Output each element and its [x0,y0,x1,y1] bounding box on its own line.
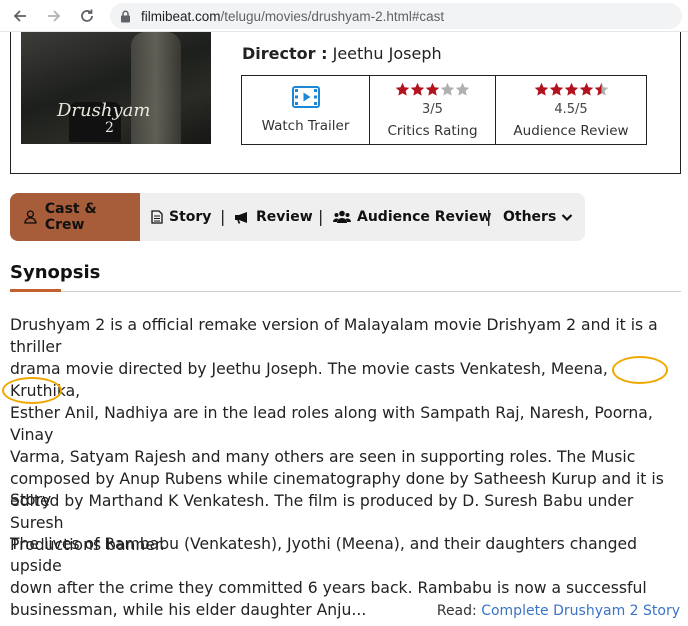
tab-review[interactable]: Review [234,193,313,241]
reload-icon [81,9,93,22]
synopsis-line: Varma, Satyam Rajesh and many others are… [10,448,636,466]
arrow-left-icon [13,10,26,22]
url-path: /telugu/movies/drushyam-2.html#cast [220,8,445,24]
story-line: down after the crime they committed 6 ye… [10,579,647,597]
tab-label: Others [503,209,557,225]
director-line: Director : Jeethu Joseph [242,44,442,63]
watch-trailer-label: Watch Trailer [261,118,350,134]
info-grid: Watch Trailer 3/5 Critics Rating 4.5/5 A… [241,75,647,145]
critics-stars [395,82,470,98]
synopsis-accent-underline [10,289,61,292]
tab-label: Audience Review [357,209,492,225]
watch-trailer-cell[interactable]: Watch Trailer [242,76,370,144]
back-button[interactable] [8,4,32,28]
tab-cast-crew[interactable]: Cast & Crew [10,193,140,241]
synopsis-line: Esther Anil, Nadhiya are in the lead rol… [10,404,653,444]
tab-label: Story [169,209,212,225]
tab-separator: | [486,207,492,226]
address-bar[interactable]: filmibeat.com/telugu/movies/drushyam-2.h… [110,3,682,29]
synopsis-line: Drushyam 2 is a official remake version … [10,316,658,356]
video-play-icon [291,86,320,108]
critics-rating-value: 3/5 [422,101,443,117]
read-more-prefix: Read: [436,603,477,619]
audience-rating-label: Audience Review [513,122,629,139]
star-icon [410,82,425,96]
users-icon [333,210,351,223]
arrow-right-icon [48,10,61,22]
director-name: Jeethu Joseph [332,44,442,63]
star-icon [395,82,410,96]
tab-separator: | [220,207,226,226]
tab-others[interactable]: Others [503,193,573,241]
star-icon [564,82,578,96]
movie-tabs: Cast & Crew Story | Review | Audience Re… [10,193,585,241]
synopsis-heading: Synopsis [10,262,101,283]
url-host: filmibeat.com [141,8,221,24]
tab-audience-review[interactable]: Audience Review [333,193,491,241]
star-icon [440,82,455,96]
star-icon [425,82,440,96]
reload-button[interactable] [75,4,99,28]
star-icon [549,82,563,96]
critics-rating-label: Critics Rating [387,122,478,139]
poster-number: 2 [105,120,114,136]
movie-poster[interactable]: Drushyam 2 [21,32,211,144]
star-icon [579,82,593,96]
user-icon [24,210,37,224]
tab-story[interactable]: Story [151,193,211,241]
story-line: The lives of Rambabu (Venkatesh), Jyothi… [10,535,637,575]
lock-icon [121,10,130,22]
movie-card: Drushyam 2 Director : Jeethu Joseph Watc… [10,32,681,174]
chevron-down-icon [562,213,573,221]
document-icon [151,210,163,224]
star-icon [534,82,548,96]
complete-story-link[interactable]: Complete Drushyam 2 Story [481,603,680,619]
tab-label: Cast & Crew [44,201,97,233]
audience-review-cell[interactable]: 4.5/5 Audience Review [496,76,646,144]
tab-label: Review [256,209,313,225]
forward-button[interactable] [42,4,66,28]
tab-separator: | [318,207,324,226]
browser-toolbar: filmibeat.com/telugu/movies/drushyam-2.h… [0,0,688,32]
synopsis-paragraph: Drushyam 2 is a official remake version … [10,314,682,556]
megaphone-icon [235,211,247,224]
audience-stars [534,82,609,98]
director-label: Director : [242,44,328,63]
poster-figure [131,32,181,144]
star-icon [594,82,608,96]
synopsis-line: drama movie directed by Jeethu Joseph. T… [10,360,608,400]
audience-rating-value: 4.5/5 [554,101,588,117]
star-icon [455,82,470,96]
read-more: Read: Complete Drushyam 2 Story [437,603,680,619]
story-label: Story [10,491,52,509]
critics-rating-cell[interactable]: 3/5 Critics Rating [370,76,496,144]
synopsis-line: composed by Anup Rubens while cinematogr… [10,470,664,488]
synopsis-divider [10,291,681,292]
poster-title: Drushyam [57,100,151,121]
